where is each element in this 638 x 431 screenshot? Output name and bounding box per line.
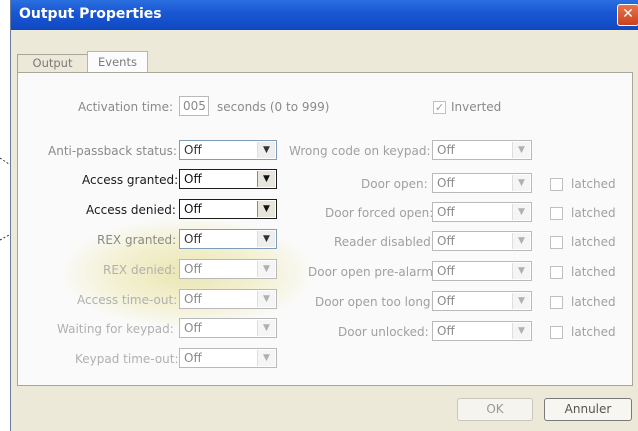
wrong-code-select[interactable]: Off ▼ bbox=[432, 140, 532, 160]
keypad-time-out-label: Keypad time-out: bbox=[75, 352, 179, 366]
window-title: Output Properties bbox=[19, 6, 162, 22]
access-denied-label: Access denied: bbox=[86, 203, 176, 217]
inverted-label: Inverted bbox=[451, 100, 502, 114]
close-icon[interactable]: ✕ bbox=[617, 4, 638, 26]
door-unlocked-latched-label: latched bbox=[571, 325, 616, 339]
door-unlocked-latched-checkbox[interactable] bbox=[550, 326, 563, 339]
activation-time-input[interactable]: 005 bbox=[179, 96, 209, 116]
door-open-too-long-label: Door open too long: bbox=[315, 295, 435, 309]
reader-disabled-latched-checkbox[interactable] bbox=[550, 236, 563, 249]
door-forced-open-latched-label: latched bbox=[571, 206, 616, 220]
cancel-button[interactable]: Annuler bbox=[544, 398, 632, 421]
chevron-down-icon[interactable]: ▼ bbox=[512, 204, 530, 220]
rex-granted-select[interactable]: Off ▼ bbox=[179, 229, 277, 249]
waiting-for-keypad-label: Waiting for keypad: bbox=[57, 322, 174, 336]
anti-passback-label: Anti-passback status: bbox=[48, 144, 177, 158]
access-granted-label: Access granted: bbox=[82, 173, 179, 187]
chevron-down-icon[interactable]: ▼ bbox=[257, 261, 275, 277]
reader-disabled-label: Reader disabled: bbox=[334, 235, 435, 249]
chevron-down-icon[interactable]: ▼ bbox=[257, 231, 275, 247]
chevron-down-icon[interactable]: ▼ bbox=[512, 142, 530, 158]
reader-disabled-select[interactable]: Off ▼ bbox=[432, 231, 532, 251]
door-open-pre-alarm-select[interactable]: Off ▼ bbox=[432, 261, 532, 281]
access-denied-select[interactable]: Off ▼ bbox=[179, 199, 277, 219]
access-granted-select[interactable]: Off ▼ bbox=[179, 169, 277, 189]
door-forced-open-label: Door forced open: bbox=[325, 206, 434, 220]
tab-events[interactable]: Events bbox=[87, 51, 148, 73]
chevron-down-icon[interactable]: ▼ bbox=[257, 291, 275, 307]
rex-granted-label: REX granted: bbox=[97, 233, 177, 247]
ok-button[interactable]: OK bbox=[457, 398, 533, 421]
chevron-down-icon[interactable]: ▼ bbox=[257, 171, 275, 187]
waiting-for-keypad-select[interactable]: Off ▼ bbox=[179, 318, 277, 338]
rex-denied-label: REX denied: bbox=[103, 263, 176, 277]
chevron-down-icon[interactable]: ▼ bbox=[512, 323, 530, 339]
events-panel: Activation time: 005 seconds (0 to 999) … bbox=[17, 72, 633, 386]
chevron-down-icon[interactable]: ▼ bbox=[257, 142, 275, 158]
wrong-code-label: Wrong code on keypad: bbox=[289, 144, 431, 158]
rex-denied-select[interactable]: Off ▼ bbox=[179, 259, 277, 279]
door-open-too-long-select[interactable]: Off ▼ bbox=[432, 291, 532, 311]
output-properties-dialog: Output Properties ✕ Output Events Activa… bbox=[10, 0, 638, 431]
activation-time-label: Activation time: bbox=[78, 100, 174, 114]
chevron-down-icon[interactable]: ▼ bbox=[257, 320, 275, 336]
door-open-select[interactable]: Off ▼ bbox=[432, 173, 532, 193]
door-forced-open-latched-checkbox[interactable] bbox=[550, 207, 563, 220]
keypad-time-out-select[interactable]: Off ▼ bbox=[179, 348, 277, 368]
door-open-pre-alarm-label: Door open pre-alarm: bbox=[308, 265, 437, 279]
chevron-down-icon[interactable]: ▼ bbox=[512, 175, 530, 191]
chevron-down-icon[interactable]: ▼ bbox=[512, 263, 530, 279]
door-open-pre-alarm-latched-checkbox[interactable] bbox=[550, 266, 563, 279]
title-bar[interactable]: Output Properties ✕ bbox=[11, 0, 638, 30]
door-open-latched-label: latched bbox=[571, 177, 616, 191]
door-unlocked-label: Door unlocked: bbox=[338, 325, 429, 339]
door-open-latched-checkbox[interactable] bbox=[550, 178, 563, 191]
chevron-down-icon[interactable]: ▼ bbox=[257, 201, 275, 217]
access-time-out-select[interactable]: Off ▼ bbox=[179, 289, 277, 309]
tab-output[interactable]: Output bbox=[17, 54, 88, 73]
door-open-too-long-latched-label: latched bbox=[571, 295, 616, 309]
chevron-down-icon[interactable]: ▼ bbox=[512, 293, 530, 309]
inverted-checkbox[interactable]: ✓ bbox=[433, 101, 446, 114]
door-open-pre-alarm-latched-label: latched bbox=[571, 265, 616, 279]
chevron-down-icon[interactable]: ▼ bbox=[257, 350, 275, 366]
access-time-out-label: Access time-out: bbox=[77, 293, 178, 307]
door-open-too-long-latched-checkbox[interactable] bbox=[550, 296, 563, 309]
door-forced-open-select[interactable]: Off ▼ bbox=[432, 202, 532, 222]
reader-disabled-latched-label: latched bbox=[571, 235, 616, 249]
anti-passback-select[interactable]: Off ▼ bbox=[179, 140, 277, 160]
activation-time-unit: seconds (0 to 999) bbox=[217, 100, 330, 114]
door-unlocked-select[interactable]: Off ▼ bbox=[432, 321, 532, 341]
door-open-label: Door open: bbox=[361, 177, 428, 191]
chevron-down-icon[interactable]: ▼ bbox=[512, 233, 530, 249]
